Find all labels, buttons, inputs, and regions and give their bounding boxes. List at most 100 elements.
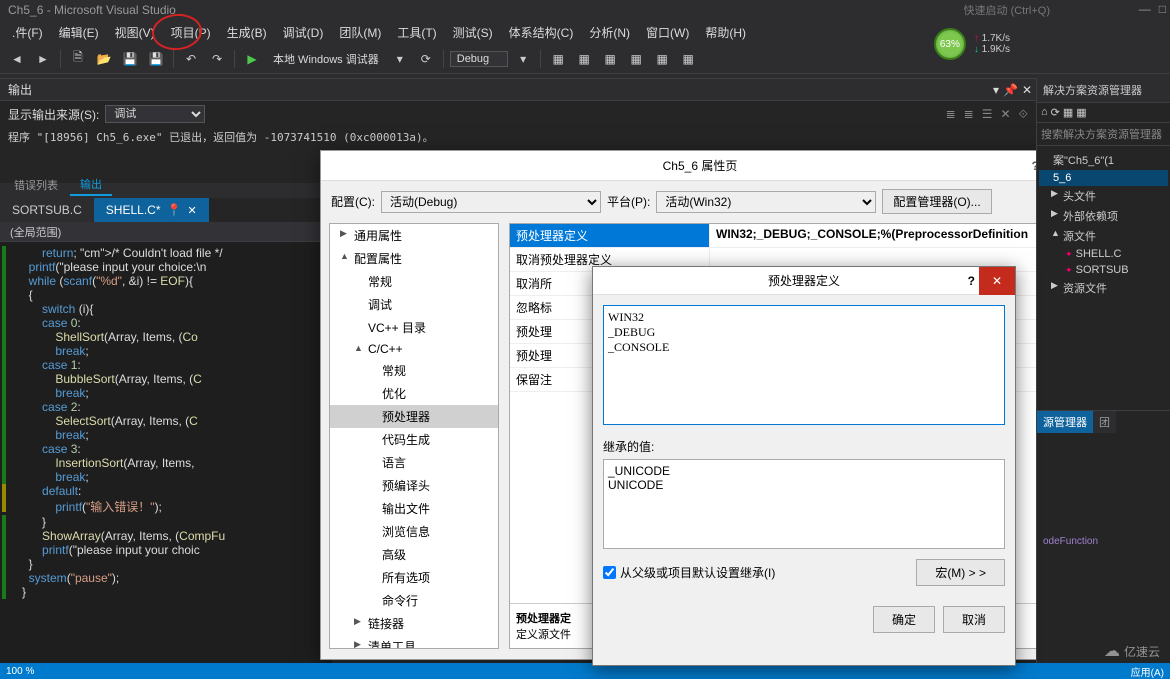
tool-icon[interactable]: ⟐: [1019, 107, 1028, 122]
zoom-level[interactable]: 100 %: [6, 666, 34, 677]
menu-tools[interactable]: 工具(T): [389, 22, 444, 43]
menu-arch[interactable]: 体系结构(C): [501, 22, 582, 43]
menu-view[interactable]: 视图(V): [107, 22, 163, 43]
quick-launch[interactable]: 快速启动 (Ctrl+Q): [964, 2, 1050, 18]
tab-output[interactable]: 输出: [70, 174, 112, 196]
tree-cpp-adv[interactable]: 高级: [330, 543, 498, 566]
menu-help[interactable]: 帮助(H): [697, 22, 754, 43]
tab-explorer[interactable]: 源管理器: [1037, 411, 1093, 433]
tree-cpp-all[interactable]: 所有选项: [330, 566, 498, 589]
solution-tree[interactable]: 案"Ch5_6"(1 5_6 ▶头文件 ▶外部依赖项 ▲源文件 ✦ SHELL.…: [1037, 146, 1170, 302]
definitions-input[interactable]: [603, 305, 1005, 425]
nav-fwd-icon[interactable]: ►: [32, 48, 54, 70]
solution-toolbar: ⌂ ⟳ ▦ ▦: [1037, 103, 1170, 123]
menu-analyze[interactable]: 分析(N): [581, 22, 638, 43]
solution-search[interactable]: 搜索解决方案资源管理器: [1037, 123, 1170, 146]
dropdown-icon[interactable]: ▾: [993, 83, 999, 97]
tool-icon[interactable]: ☰: [982, 107, 993, 122]
close-icon[interactable]: ✕: [187, 204, 196, 217]
tool-icon[interactable]: ≣: [946, 107, 956, 122]
tool-icon[interactable]: ▦: [599, 48, 621, 70]
tree-cpp-cmd[interactable]: 命令行: [330, 589, 498, 612]
dropdown-icon[interactable]: ▾: [512, 48, 534, 70]
output-source-select[interactable]: 调试: [105, 105, 205, 123]
macro-button[interactable]: 宏(M) > >: [916, 559, 1005, 586]
debugger-target[interactable]: 本地 Windows 调试器: [267, 49, 385, 69]
file-shell[interactable]: ✦ SHELL.C: [1039, 246, 1168, 262]
tree-cpp-precomp[interactable]: 预编译头: [330, 474, 498, 497]
apply-button[interactable]: 应用(A): [1131, 664, 1164, 679]
tree-debugging[interactable]: 调试: [330, 293, 498, 316]
refresh-icon[interactable]: ⟳: [415, 48, 437, 70]
tree-general[interactable]: 常规: [330, 270, 498, 293]
menu-window[interactable]: 窗口(W): [638, 22, 697, 43]
close-icon[interactable]: ✕: [979, 267, 1015, 295]
tool-icon[interactable]: ▦: [625, 48, 647, 70]
menu-edit[interactable]: 编辑(E): [51, 22, 107, 43]
code-editor[interactable]: return; "cm">/* Couldn't load file */ pr…: [0, 242, 332, 663]
tab-errors[interactable]: 错误列表: [4, 175, 68, 195]
home-icon[interactable]: ⌂: [1041, 106, 1048, 119]
folder-external[interactable]: ▶外部依赖项: [1039, 206, 1168, 226]
inherit-checkbox-input[interactable]: [603, 566, 616, 579]
config-select[interactable]: 活动(Debug): [381, 191, 601, 213]
redo-icon[interactable]: ↷: [206, 48, 228, 70]
tree-cpp-lang[interactable]: 语言: [330, 451, 498, 474]
menu-build[interactable]: 生成(B): [219, 22, 275, 43]
maximize-icon[interactable]: □: [1159, 2, 1166, 16]
dropdown-icon[interactable]: ▾: [389, 48, 411, 70]
ok-button[interactable]: 确定: [873, 606, 935, 633]
cancel-button[interactable]: 取消: [943, 606, 1005, 633]
tree-vcdirs[interactable]: VC++ 目录: [330, 316, 498, 339]
tool-icon[interactable]: ✕: [1000, 107, 1010, 122]
grid-row-preproc-def[interactable]: 预处理器定义 WIN32;_DEBUG;_CONSOLE;%(Preproces…: [510, 224, 1070, 248]
folder-source[interactable]: ▲源文件: [1039, 226, 1168, 246]
undo-icon[interactable]: ↶: [180, 48, 202, 70]
new-file-icon[interactable]: 🗎: [67, 48, 89, 70]
tree-cpp-output[interactable]: 输出文件: [330, 497, 498, 520]
pin-icon[interactable]: 📌: [1003, 83, 1018, 97]
tab-team[interactable]: 团: [1093, 411, 1116, 433]
save-all-icon[interactable]: 💾: [145, 48, 167, 70]
save-icon[interactable]: 💾: [119, 48, 141, 70]
tool-icon[interactable]: ▦: [547, 48, 569, 70]
property-tree[interactable]: ▶通用属性 ▲配置属性 常规 调试 VC++ 目录 ▲C/C++ 常规 优化 预…: [329, 223, 499, 649]
config-manager-button[interactable]: 配置管理器(O)...: [882, 189, 991, 214]
open-icon[interactable]: 📂: [93, 48, 115, 70]
inherited-label: 继承的值:: [603, 438, 1005, 455]
close-icon[interactable]: ✕: [1022, 83, 1032, 97]
inherit-checkbox[interactable]: 从父级或项目默认设置继承(I): [603, 564, 775, 581]
tree-cpp-opt[interactable]: 优化: [330, 382, 498, 405]
tree-cpp-preproc[interactable]: 预处理器: [330, 405, 498, 428]
solution-explorer: 解决方案资源管理器 ⌂ ⟳ ▦ ▦ 搜索解决方案资源管理器 案"Ch5_6"(1…: [1036, 78, 1170, 663]
pin-icon[interactable]: 📍: [167, 203, 182, 217]
file-tab-shell[interactable]: SHELL.C* 📍 ✕: [94, 198, 209, 222]
menu-debug[interactable]: 调试(D): [275, 22, 332, 43]
folder-headers[interactable]: ▶头文件: [1039, 186, 1168, 206]
tree-cpp-browse[interactable]: 浏览信息: [330, 520, 498, 543]
tool-icon[interactable]: ▦: [573, 48, 595, 70]
help-icon[interactable]: ?: [968, 274, 975, 288]
tool-icon[interactable]: ▦: [1076, 106, 1086, 119]
tool-icon[interactable]: ≣: [964, 107, 974, 122]
solution-root[interactable]: 案"Ch5_6"(1: [1039, 150, 1168, 170]
nav-back-icon[interactable]: ◄: [6, 48, 28, 70]
config-select[interactable]: Debug: [450, 51, 508, 67]
project-node[interactable]: 5_6: [1039, 170, 1168, 186]
tool-icon[interactable]: ▦: [1063, 106, 1073, 119]
menu-test[interactable]: 测试(S): [445, 22, 501, 43]
menu-project[interactable]: 项目(P): [163, 22, 219, 43]
menu-team[interactable]: 团队(M): [331, 22, 389, 43]
folder-resource[interactable]: ▶资源文件: [1039, 278, 1168, 298]
file-sortsub[interactable]: ✦ SORTSUB: [1039, 262, 1168, 278]
tool-icon[interactable]: ▦: [677, 48, 699, 70]
menu-file[interactable]: .件(F): [4, 22, 51, 43]
play-icon[interactable]: ▶: [241, 48, 263, 70]
tree-cpp-codegen[interactable]: 代码生成: [330, 428, 498, 451]
tree-cpp-general[interactable]: 常规: [330, 359, 498, 382]
refresh-icon[interactable]: ⟳: [1051, 106, 1060, 119]
minimize-icon[interactable]: —: [1139, 2, 1151, 16]
platform-select[interactable]: 活动(Win32): [656, 191, 876, 213]
file-tab-sortsub[interactable]: SORTSUB.C: [0, 198, 94, 222]
tool-icon[interactable]: ▦: [651, 48, 673, 70]
